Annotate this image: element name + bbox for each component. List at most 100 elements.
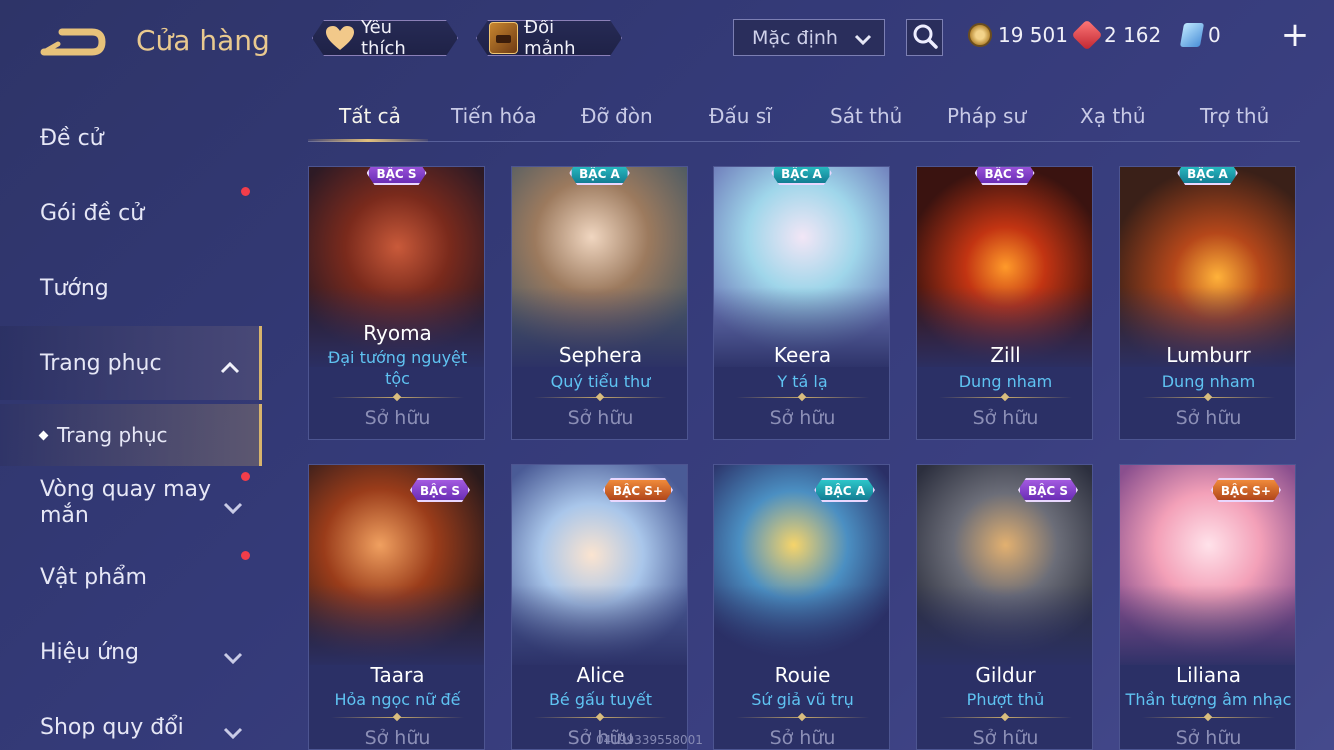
tab-support[interactable]: Trợ thủ [1200,104,1269,128]
skin-name: Đại tướng nguyệt tộc [327,348,468,388]
tab-marksman[interactable]: Xạ thủ [1080,104,1146,128]
divider [331,717,464,718]
skin-card[interactable]: BẬC A Lumburr Dung nham Sở hữu [1119,166,1296,440]
owned-status: Sở hữu [567,407,634,429]
favorites-button[interactable]: Yêu thích [312,20,458,56]
owned-status: Sở hữu [769,727,836,749]
divider [534,397,667,398]
skin-card[interactable]: BẬC S Gildur Phượt thủ Sở hữu [916,464,1093,750]
divider [939,397,1072,398]
heart-icon [325,25,355,51]
divider [736,717,869,718]
tab-all[interactable]: Tất cả [339,104,401,128]
sort-dropdown[interactable]: Mặc định [733,19,885,56]
sidebar-item-heroes[interactable]: Tướng [0,258,262,318]
back-arrow-icon[interactable] [40,22,106,62]
tier-badge: BẬC A [569,166,630,185]
skin-name: Dung nham [958,372,1053,391]
sidebar-item-exchange-shop[interactable]: Shop quy đổi [0,697,262,750]
voucher-currency: 0 [1179,20,1221,50]
sidebar-subitem-skins[interactable]: Trang phục [0,404,262,466]
owned-status: Sở hữu [972,407,1039,429]
sidebar-item-label: Tướng [40,275,109,301]
add-currency-button[interactable]: + [1280,18,1310,52]
notification-dot [241,187,250,196]
sidebar-item-label: Vòng quay may mắn [40,477,212,528]
owned-status: Sở hữu [364,407,431,429]
divider [1142,397,1275,398]
owned-status: Sở hữu [1175,727,1242,749]
ruby-icon [1071,19,1103,51]
skin-name: Phượt thủ [966,690,1045,709]
tier-badge: BẬC S [366,166,426,185]
owned-status: Sở hữu [972,727,1039,749]
tab-mage[interactable]: Pháp sư [947,104,1026,128]
sidebar-item-effects[interactable]: Hiệu ứng [0,622,262,682]
sidebar-item-label: Đề cử [40,125,104,151]
skin-name: Thần tượng âm nhạc [1125,690,1292,709]
skin-name: Bé gấu tuyết [548,690,653,709]
bullet-icon [38,430,49,440]
skin-name: Sứ giả vũ trụ [751,690,854,709]
hero-name: Zill [990,343,1021,367]
hero-name: Gildur [975,663,1036,687]
gold-coin-icon [968,23,992,47]
tier-badge: BẬC S+ [1211,478,1281,502]
search-button[interactable] [906,19,943,56]
divider [939,717,1072,718]
hero-name: Sephera [558,343,643,367]
skin-card[interactable]: BẬC A Rouie Sứ giả vũ trụ Sở hữu [713,464,890,750]
skin-grid: BẬC S Ryoma Đại tướng nguyệt tộc Sở hữu … [308,166,1300,750]
divider [1142,717,1275,718]
favorites-label: Yêu thích [361,17,406,59]
owned-status: Sở hữu [364,727,431,749]
sidebar-item-label: Trang phục [40,350,162,376]
ruby-currency: 2 162 [1071,19,1162,51]
tier-badge: BẬC S+ [603,478,673,502]
hero-name: Alice [576,663,625,687]
skin-card[interactable]: BẬC A Sephera Quý tiểu thư Sở hữu [511,166,688,440]
chevron-up-icon [219,356,241,374]
exchange-shards-button[interactable]: Đổi mảnh [476,20,622,56]
sidebar-item-label: Hiệu ứng [40,639,139,665]
skin-card[interactable]: BẬC S+ Liliana Thần tượng âm nhạc Sở hữu [1119,464,1296,750]
sidebar: Đề cử Gói đề cử Tướng Trang phục Trang p… [0,100,262,750]
chevron-down-icon [222,721,244,740]
tab-tank[interactable]: Đỡ đòn [581,104,653,128]
sidebar-item-recommended-packs[interactable]: Gói đề cử [0,183,262,243]
skin-card[interactable]: BẬC S Zill Dung nham Sở hữu [916,166,1093,440]
skin-name: Y tá lạ [777,372,828,391]
hero-name: Keera [773,343,832,367]
gold-amount: 19 501 [998,23,1068,47]
divider [534,717,667,718]
skin-name: Quý tiểu thư [550,372,651,391]
tier-badge: BẬC A [771,166,832,185]
sidebar-item-skins[interactable]: Trang phục [0,326,262,400]
tab-fighter[interactable]: Đấu sĩ [709,104,772,128]
ruby-amount: 2 162 [1104,23,1162,47]
tier-badge: BẬC S [410,478,470,502]
sort-selected-value: Mặc định [752,26,838,49]
category-tabs: Tất cả Tiến hóa Đỡ đòn Đấu sĩ Sát thủ Ph… [308,96,1300,142]
sidebar-item-label: Vật phẩm [40,564,147,590]
skin-card[interactable]: BẬC S Taara Hỏa ngọc nữ đế Sở hữu [308,464,485,750]
tab-evolution[interactable]: Tiến hóa [451,104,537,128]
skin-name: Hỏa ngọc nữ đế [334,690,461,709]
tab-assassin[interactable]: Sát thủ [830,104,902,128]
notification-dot [241,551,250,560]
hero-name: Lumburr [1166,343,1251,367]
skin-card[interactable]: BẬC A Keera Y tá lạ Sở hữu [713,166,890,440]
sidebar-item-items[interactable]: Vật phẩm [0,547,262,607]
exchange-label: Đổi mảnh [524,17,576,59]
top-bar: Cửa hàng Yêu thích Đổi mảnh Mặc định 19 … [0,0,1334,80]
skin-name: Dung nham [1161,372,1256,391]
chevron-down-icon [222,496,244,515]
skin-card[interactable]: BẬC S Ryoma Đại tướng nguyệt tộc Sở hữu [308,166,485,440]
sidebar-item-lucky-spin[interactable]: Vòng quay may mắn [0,472,262,532]
skin-card[interactable]: BẬC S+ Alice Bé gấu tuyết Sở hữu [511,464,688,750]
sidebar-item-label: Trang phục [57,423,168,447]
sidebar-item-recommended[interactable]: Đề cử [0,108,262,168]
hero-name: Ryoma [363,321,432,345]
page-title: Cửa hàng [136,24,270,57]
tier-badge: BẬC S [974,166,1034,185]
